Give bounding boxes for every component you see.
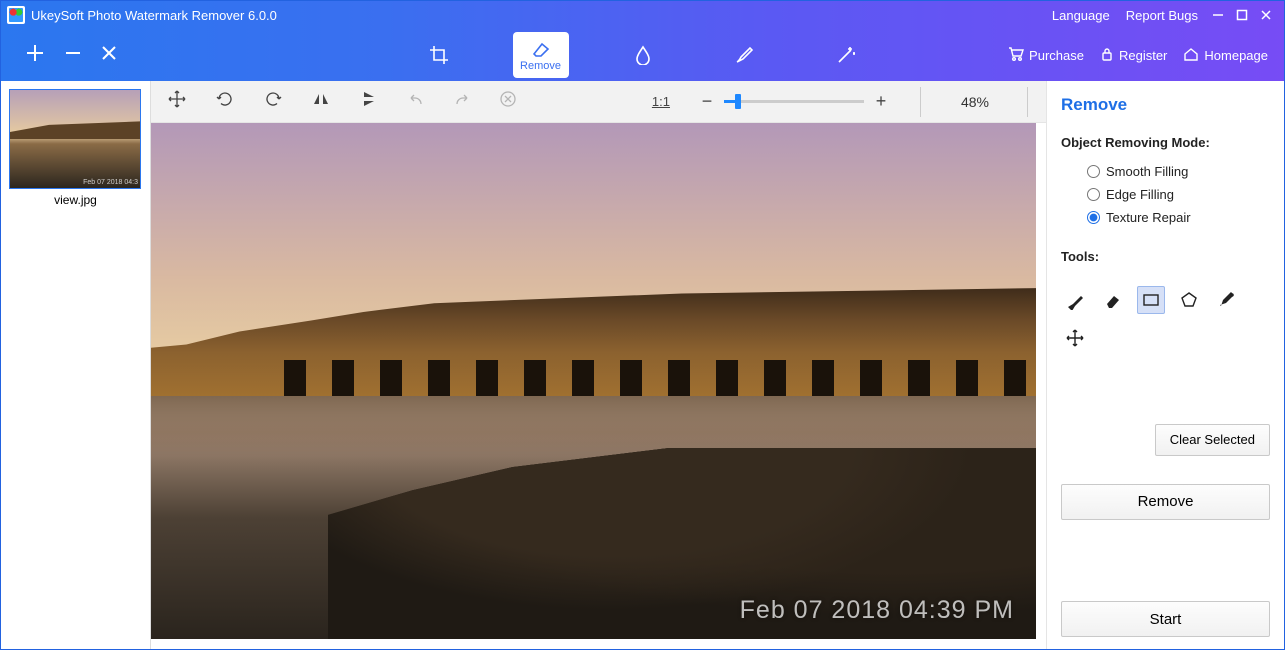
right-panel: Remove Object Removing Mode: Smooth Fill… <box>1046 81 1284 649</box>
app-body: Feb 07 2018 04:3 view.jpg 1:1 − + <box>1 81 1284 649</box>
redo-icon[interactable] <box>453 90 471 113</box>
move-tool-icon[interactable] <box>167 89 187 114</box>
remove-button[interactable]: Remove <box>1061 484 1270 520</box>
canvas-area: Feb 07 2018 04:39 PM <box>151 123 1046 649</box>
header-links: Purchase Register Homepage <box>1008 47 1284 64</box>
mode-smooth-filling[interactable]: Smooth Filling <box>1087 164 1270 179</box>
thumbnail-item[interactable]: Feb 07 2018 04:3 <box>9 89 141 189</box>
preview-pane: 1:1 − + 48% Feb 07 2018 04 <box>151 81 1046 649</box>
home-icon <box>1183 47 1199 64</box>
mode-retouch[interactable] <box>717 32 773 78</box>
tool-move[interactable] <box>1061 324 1089 352</box>
mode-edge-filling[interactable]: Edge Filling <box>1087 187 1270 202</box>
remove-image-button[interactable] <box>63 43 83 68</box>
flip-vertical-icon[interactable] <box>359 89 379 114</box>
cart-icon <box>1008 47 1024 64</box>
delete-selection-icon[interactable] <box>499 90 517 113</box>
mode-remove-label: Remove <box>520 60 561 72</box>
preview-toolbar: 1:1 − + 48% <box>151 81 1046 123</box>
panel-title: Remove <box>1061 95 1270 115</box>
rotate-right-icon[interactable] <box>263 89 283 114</box>
zoom-slider: − + <box>698 91 890 112</box>
app-logo-icon <box>7 6 25 24</box>
zoom-track[interactable] <box>724 100 864 103</box>
mode-remove[interactable]: Remove <box>513 32 569 78</box>
zoom-in-button[interactable]: + <box>872 91 890 112</box>
tool-pen[interactable] <box>1213 286 1241 314</box>
thumbnail-filename: view.jpg <box>9 193 142 207</box>
mode-section-label: Object Removing Mode: <box>1061 135 1270 150</box>
mode-drop[interactable] <box>615 32 671 78</box>
report-bugs-link[interactable]: Report Bugs <box>1126 8 1198 23</box>
minimize-button[interactable] <box>1206 3 1230 27</box>
rotate-left-icon[interactable] <box>215 89 235 114</box>
title-bar: UkeySoft Photo Watermark Remover 6.0.0 L… <box>1 1 1284 29</box>
start-button[interactable]: Start <box>1061 601 1270 637</box>
zoom-out-button[interactable]: − <box>698 91 716 112</box>
wand-icon <box>836 44 858 66</box>
tools-section-label: Tools: <box>1061 249 1270 264</box>
thumbnail-stamp: Feb 07 2018 04:3 <box>83 179 138 186</box>
thumbnail-sidebar: Feb 07 2018 04:3 view.jpg <box>1 81 151 649</box>
zoom-knob[interactable] <box>735 94 741 109</box>
tool-polygon[interactable] <box>1175 286 1203 314</box>
tool-eraser[interactable] <box>1099 286 1127 314</box>
crop-icon <box>429 44 449 66</box>
mode-tabs: Remove <box>411 32 875 78</box>
brush-icon <box>734 44 756 66</box>
drop-icon <box>634 44 652 66</box>
eraser-icon <box>530 38 552 60</box>
add-image-button[interactable] <box>25 43 45 68</box>
photo-watermark-text: Feb 07 2018 04:39 PM <box>740 596 1014 625</box>
app-window: UkeySoft Photo Watermark Remover 6.0.0 L… <box>0 0 1285 650</box>
selection-tools <box>1061 286 1270 352</box>
tool-rectangle[interactable] <box>1137 286 1165 314</box>
flip-horizontal-icon[interactable] <box>311 89 331 114</box>
language-link[interactable]: Language <box>1052 8 1110 23</box>
register-link[interactable]: Register <box>1100 47 1167 64</box>
mode-crop[interactable] <box>411 32 467 78</box>
maximize-button[interactable] <box>1230 3 1254 27</box>
removing-mode-options: Smooth Filling Edge Filling Texture Repa… <box>1061 164 1270 225</box>
preview-image[interactable]: Feb 07 2018 04:39 PM <box>151 123 1036 639</box>
tool-brush[interactable] <box>1061 286 1089 314</box>
undo-icon[interactable] <box>407 90 425 113</box>
clear-selected-button[interactable]: Clear Selected <box>1155 424 1270 456</box>
clear-images-button[interactable] <box>101 45 117 66</box>
mode-magic[interactable] <box>819 32 875 78</box>
file-controls <box>1 43 117 68</box>
purchase-link[interactable]: Purchase <box>1008 47 1084 64</box>
app-title: UkeySoft Photo Watermark Remover 6.0.0 <box>31 8 277 23</box>
main-toolbar: Remove Purchase Register Ho <box>1 29 1284 81</box>
lock-icon <box>1100 47 1114 64</box>
mode-texture-repair[interactable]: Texture Repair <box>1087 210 1270 225</box>
zoom-actual-size[interactable]: 1:1 <box>652 94 670 109</box>
homepage-link[interactable]: Homepage <box>1183 47 1268 64</box>
close-button[interactable] <box>1254 3 1278 27</box>
zoom-value: 48% <box>961 94 989 110</box>
